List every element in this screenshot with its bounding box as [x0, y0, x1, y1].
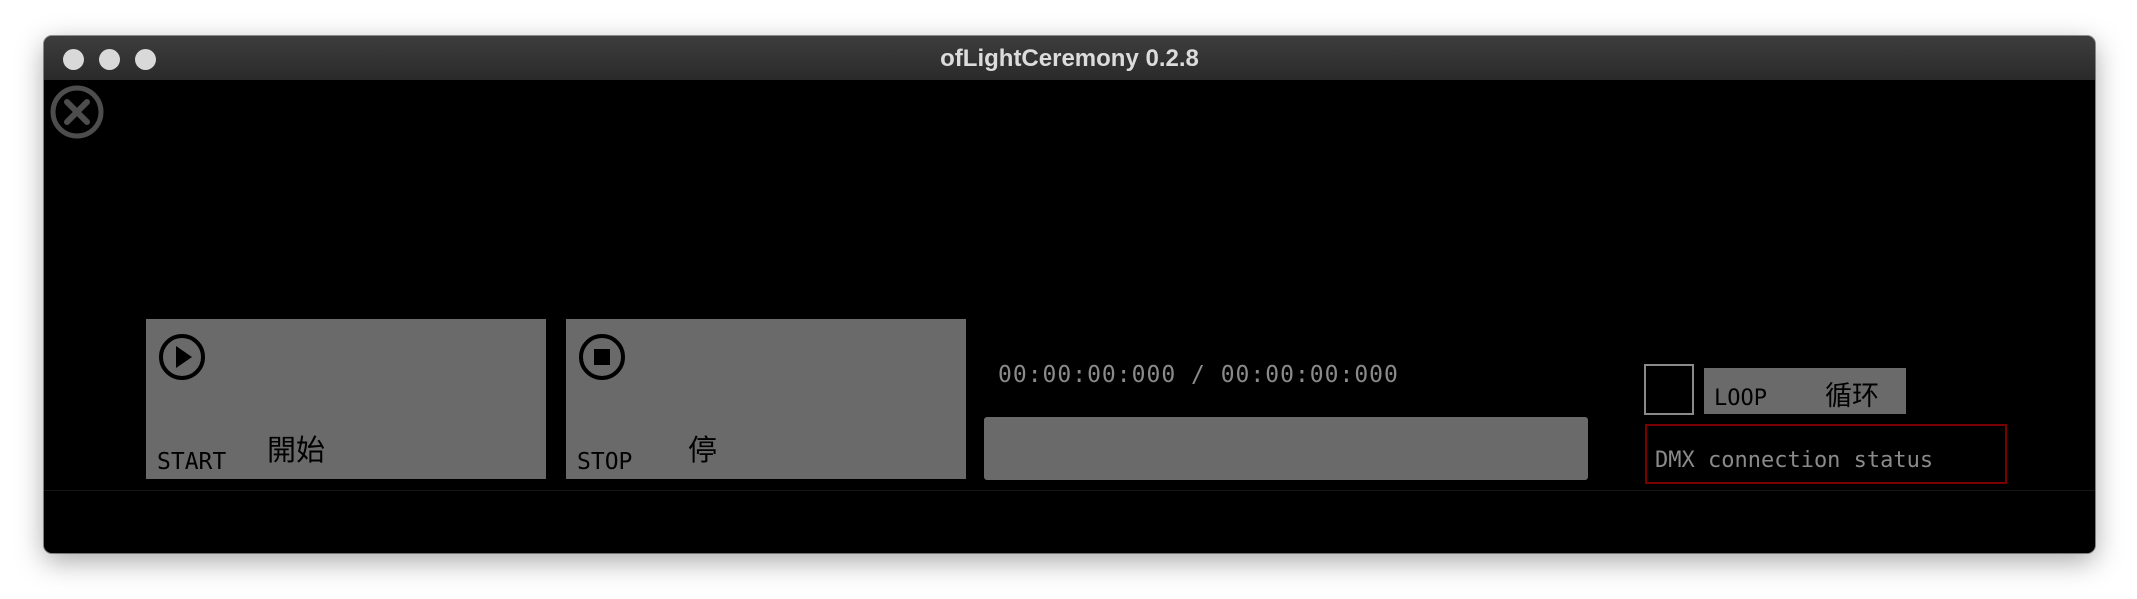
app-canvas: START 開始 STOP 停 00:00:00:000 / 00:00:00:… [44, 80, 2095, 553]
close-circle-icon[interactable] [48, 83, 106, 141]
stop-circle-icon [579, 334, 625, 380]
start-label-cn: 開始 [267, 433, 326, 467]
title-bar[interactable]: ofLightCeremony 0.2.8 [44, 36, 2095, 81]
stop-button[interactable]: STOP 停 [566, 319, 966, 479]
loop-label-cn: 循环 [1825, 381, 1879, 412]
start-label-en: START [157, 449, 227, 475]
app-window: ofLightCeremony 0.2.8 START 開始 STOP 停 00… [44, 36, 2095, 553]
loop-label-en: LOOP [1714, 386, 1767, 411]
stop-label-cn: 停 [688, 433, 718, 467]
stop-label-en: STOP [577, 449, 633, 475]
window-title: ofLightCeremony 0.2.8 [940, 45, 1199, 72]
progress-bar[interactable] [984, 417, 1588, 480]
time-display: 00:00:00:000 / 00:00:00:000 [998, 362, 1399, 388]
start-button[interactable]: START 開始 [146, 319, 546, 479]
dmx-status-box: DMX connection status [1645, 424, 2007, 484]
dmx-status-text: DMX connection status [1655, 448, 1934, 473]
divider [44, 490, 2095, 491]
loop-checkbox[interactable] [1644, 364, 1694, 415]
loop-toggle[interactable]: LOOP 循环 [1704, 368, 1906, 414]
play-circle-icon [159, 334, 205, 380]
